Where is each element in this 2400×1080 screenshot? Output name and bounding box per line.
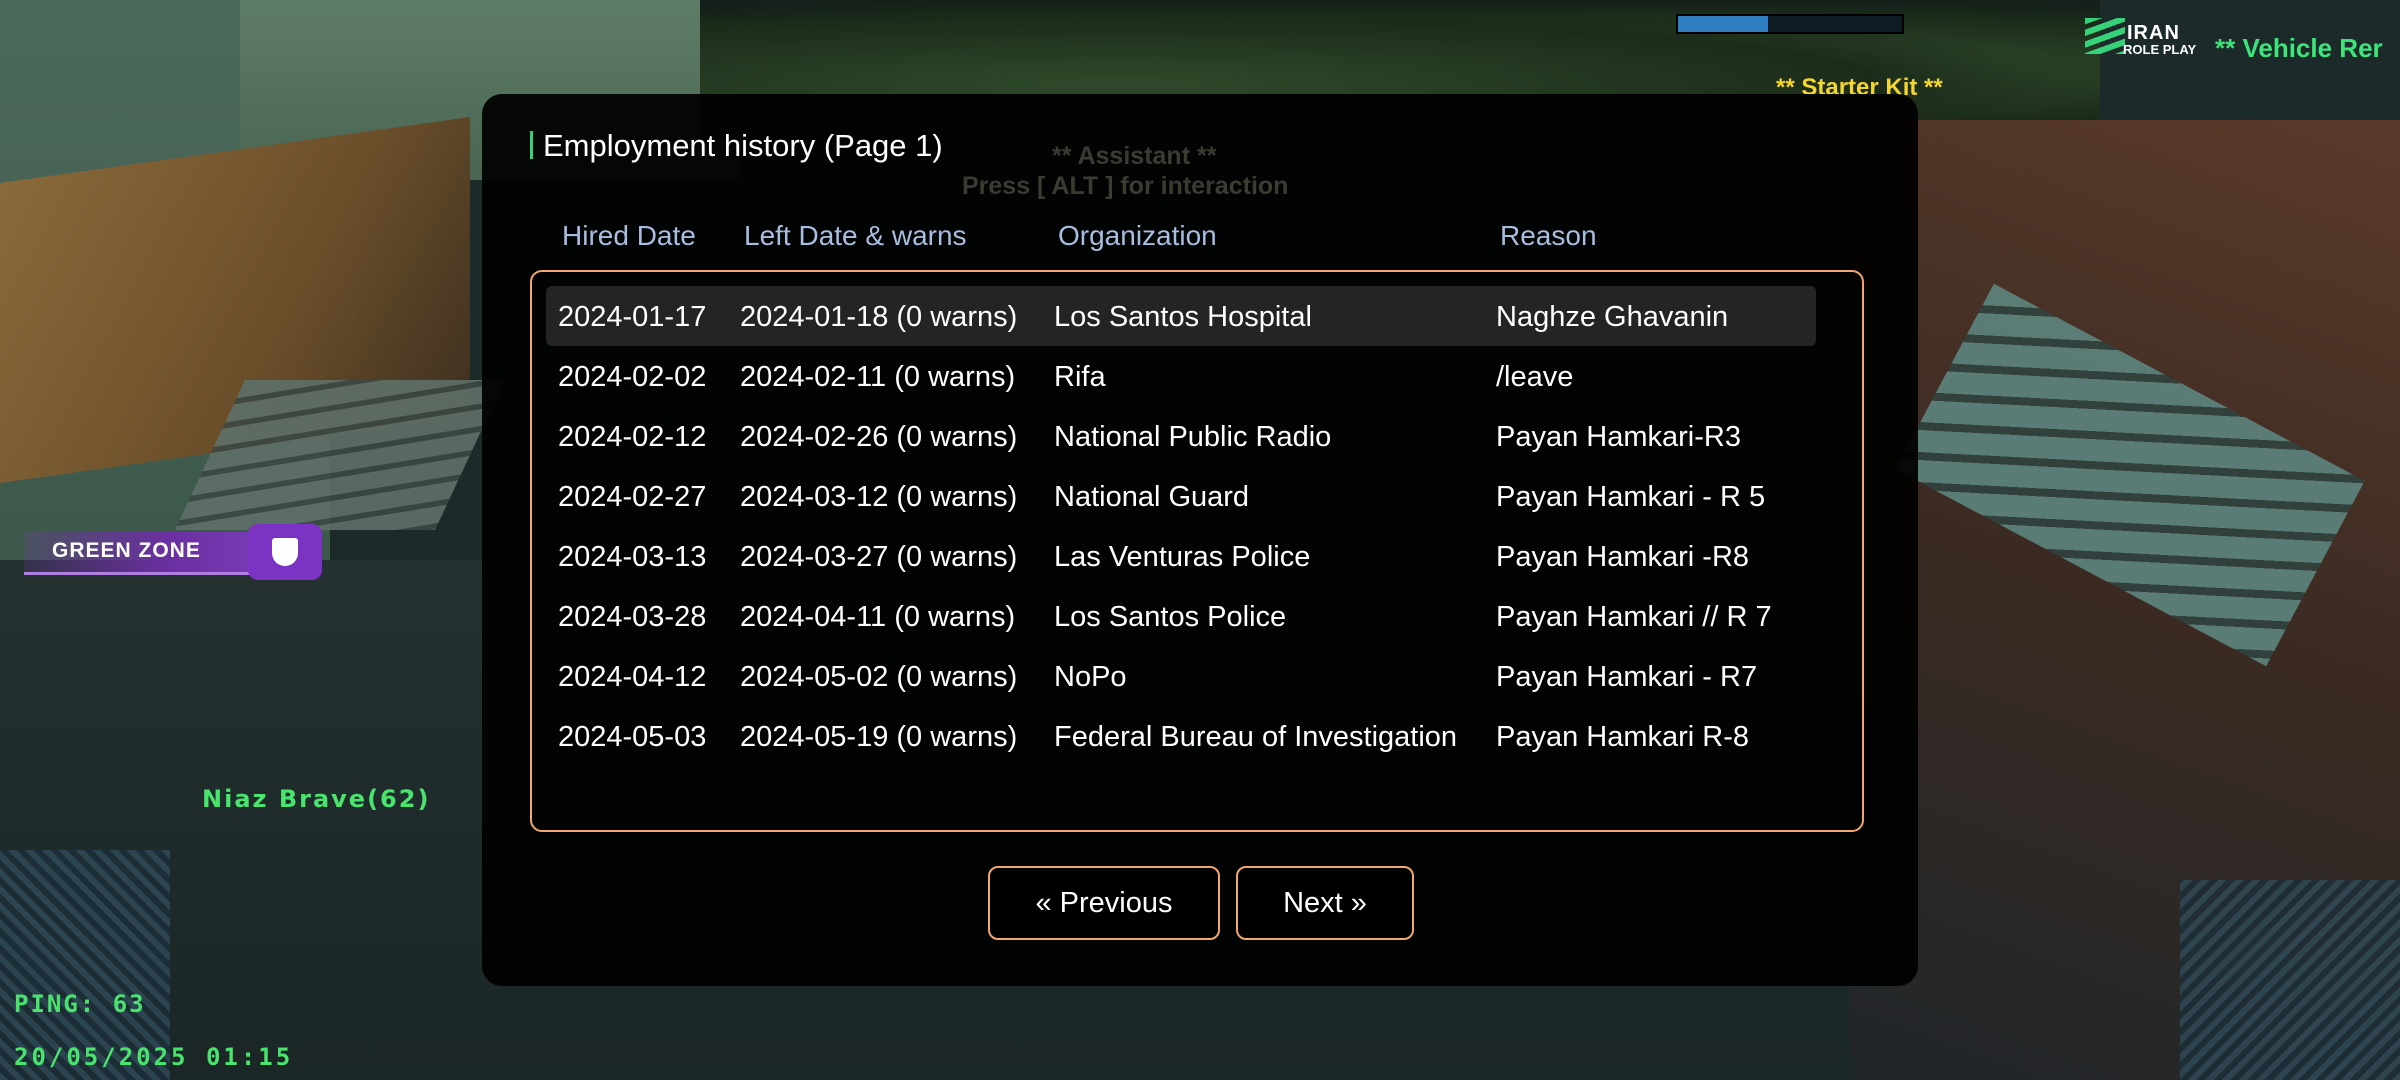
cell-hired-date: 2024-02-12 [558,421,707,453]
shield-icon [248,524,322,580]
logo-stripes-icon [2085,18,2125,54]
cell-organization: Los Santos Police [1054,601,1287,633]
table-row[interactable]: 2024-02-27 2024-03-12 (0 warns) National… [546,466,1816,526]
logo-text-line2: ROLE PLAY [2123,42,2197,57]
table-row[interactable]: 2024-03-13 2024-03-27 (0 warns) Las Vent… [546,526,1816,586]
dialog-title: Employment history (Page 1) [530,128,943,164]
cell-left-date: 2024-05-02 (0 warns) [740,661,1018,693]
cell-left-date: 2024-05-19 (0 warns) [740,721,1018,753]
column-header-organization: Organization [1058,220,1217,251]
next-page-button[interactable]: Next » [1236,866,1414,940]
employment-table: 2024-01-17 2024-01-18 (0 warns) Los Sant… [530,270,1864,832]
table-row[interactable]: 2024-04-12 2024-05-02 (0 warns) NoPo Pay… [546,646,1816,706]
previous-page-button[interactable]: « Previous [988,866,1220,940]
player-name-tag: Niaz Brave(62) [202,785,431,813]
vehicle-notice: ** Vehicle Rer [2215,33,2383,63]
cell-organization: National Guard [1054,481,1250,513]
table-row[interactable]: 2024-02-02 2024-02-11 (0 warns) Rifa /le… [546,346,1816,406]
cell-hired-date: 2024-02-02 [558,361,707,393]
table-row[interactable]: 2024-05-03 2024-05-19 (0 warns) Federal … [546,706,1816,766]
cell-hired-date: 2024-05-03 [558,721,707,753]
dialog-title-text: Employment history (Page 1) [543,128,943,163]
green-zone-label: GREEN ZONE [52,539,201,562]
date-time-readout: 20/05/2025 01:15 [14,1043,294,1071]
cell-hired-date: 2024-03-13 [558,541,707,573]
cell-reason: /leave [1496,361,1574,393]
cell-reason: Payan Hamkari - R7 [1496,661,1758,693]
cell-organization: Rifa [1054,361,1106,393]
cell-left-date: 2024-04-11 (0 warns) [740,601,1016,633]
server-logo: IRAN ROLE PLAY [2085,16,2215,58]
cell-left-date: 2024-03-27 (0 warns) [740,541,1018,573]
table-row[interactable]: 2024-02-12 2024-02-26 (0 warns) National… [546,406,1816,466]
title-accent [530,131,533,159]
hud-progress-fill [1678,16,1768,32]
cell-organization: National Public Radio [1054,421,1332,453]
assistant-hint-text: Press [ ALT ] for interaction [962,172,1289,200]
cell-left-date: 2024-03-12 (0 warns) [740,481,1018,513]
table-row[interactable]: 2024-01-17 2024-01-18 (0 warns) Los Sant… [546,286,1816,346]
cell-hired-date: 2024-03-28 [558,601,707,633]
ping-readout: PING: 63 [14,990,146,1018]
hud-progress-bar [1676,14,1904,34]
cell-reason: Naghze Ghavanin [1496,301,1729,333]
green-zone-indicator: GREEN ZONE [24,524,324,580]
cell-hired-date: 2024-02-27 [558,481,707,513]
cell-organization: Las Venturas Police [1054,541,1311,573]
employment-history-dialog: ** Assistant ** Press [ ALT ] for intera… [482,94,1918,986]
column-header-reason: Reason [1500,220,1597,251]
cell-reason: Payan Hamkari // R 7 [1496,601,1772,633]
cell-organization: Los Santos Hospital [1054,301,1312,333]
cell-left-date: 2024-01-18 (0 warns) [740,301,1018,333]
table-row[interactable]: 2024-03-28 2024-04-11 (0 warns) Los Sant… [546,586,1816,646]
cell-reason: Payan Hamkari R-8 [1496,721,1750,753]
cell-left-date: 2024-02-26 (0 warns) [740,421,1018,453]
cell-hired-date: 2024-01-17 [558,301,707,333]
cell-organization: Federal Bureau of Investigation [1054,721,1458,753]
cell-hired-date: 2024-04-12 [558,661,707,693]
cell-reason: Payan Hamkari - R 5 [1496,481,1766,513]
cell-organization: NoPo [1054,661,1127,693]
cell-reason: Payan Hamkari -R8 [1496,541,1750,573]
column-header-left-date: Left Date & warns [744,220,967,251]
table-header: Hired Date Left Date & warns Organizatio… [562,220,1862,260]
column-header-hired-date: Hired Date [562,220,696,251]
cell-reason: Payan Hamkari-R3 [1496,421,1741,453]
assistant-hint-title: ** Assistant ** [1052,142,1217,170]
cell-left-date: 2024-02-11 (0 warns) [740,361,1016,393]
